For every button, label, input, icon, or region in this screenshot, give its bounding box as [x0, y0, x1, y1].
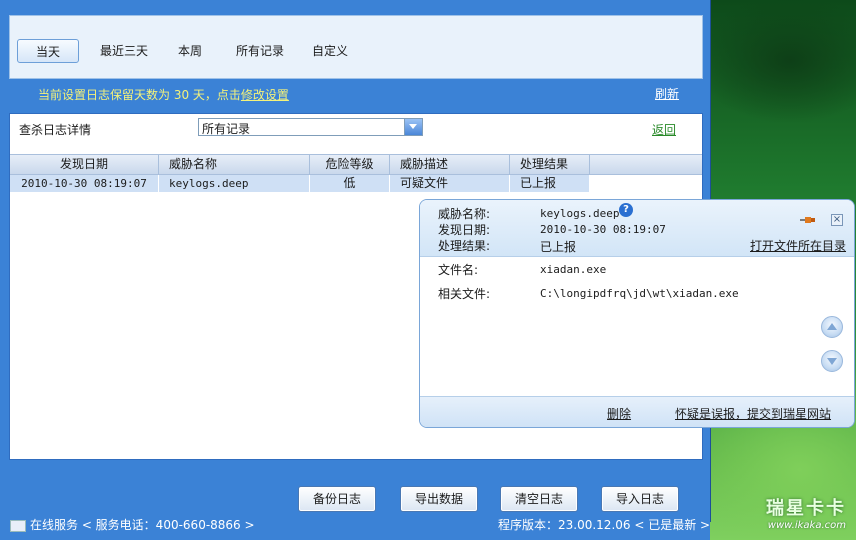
report-false-positive-link[interactable]: 怀疑是误报，提交到瑞星网站 [675, 405, 831, 422]
result-value: 已上报 [540, 240, 577, 254]
watermark-title: 瑞星卡卡 [766, 498, 846, 519]
table-header: 发现日期 威胁名称 危险等级 威胁描述 处理结果 [10, 154, 702, 175]
retention-notice: 当前设置日志保留天数为 30 天，点击修改设置 [38, 86, 289, 103]
cell-description: 可疑文件 [390, 175, 510, 192]
related-file-value: C:\longipdfrq\jd\wt\xiadan.exe [540, 287, 739, 300]
service-icon [10, 519, 26, 532]
version-info: 程序版本：23.00.12.06 < 已是最新 > [498, 518, 710, 532]
tab-last-three-days[interactable]: 最近三天 [90, 39, 158, 63]
tab-all-records[interactable]: 所有记录 [230, 39, 290, 63]
scroll-up-button[interactable] [821, 316, 843, 338]
ikaka-watermark: 瑞星卡卡 www.ikaka.com [728, 494, 846, 531]
import-log-button[interactable]: 导入日志 [601, 486, 679, 512]
tab-today[interactable]: 当天 [17, 39, 79, 63]
close-icon[interactable]: × [831, 214, 843, 226]
column-header[interactable]: 威胁描述 [390, 155, 510, 174]
cell-result: 已上报 [510, 175, 590, 192]
chevron-down-icon[interactable] [404, 119, 422, 135]
status-left: 在线服务 < 服务电话：400-660-8866 > [10, 516, 255, 533]
scroll-down-button[interactable] [821, 350, 843, 372]
tab-this-week[interactable]: 本周 [170, 39, 210, 63]
record-filter-value: 所有记录 [202, 122, 251, 136]
export-data-button[interactable]: 导出数据 [400, 486, 478, 512]
record-filter-select[interactable]: 所有记录 [198, 118, 423, 136]
table-row[interactable]: 2010-10-30 08:19:07 keylogs.deep 低 可疑文件 … [10, 175, 590, 192]
retention-notice-text: 当前设置日志保留天数为 30 天，点击 [38, 88, 241, 102]
column-header[interactable]: 发现日期 [10, 155, 159, 174]
filter-label: 查杀日志详情 [19, 123, 92, 137]
delete-link[interactable]: 删除 [607, 405, 631, 422]
backup-log-button[interactable]: 备份日志 [298, 486, 376, 512]
modify-settings-link[interactable]: 修改设置 [241, 88, 289, 102]
found-date-label: 发现日期: [438, 223, 491, 237]
date-tab-bar: 当天 最近三天 本周 所有记录 自定义 [9, 15, 703, 79]
filename-value: xiadan.exe [540, 263, 607, 276]
service-phone: 在线服务 < 服务电话：400-660-8866 > [30, 518, 255, 532]
clear-log-button[interactable]: 清空日志 [500, 486, 578, 512]
back-link[interactable]: 返回 [652, 121, 676, 138]
watermark-url: www.ikaka.com [767, 520, 846, 531]
threat-name-value: keylogs.deep [540, 207, 620, 220]
cell-risk-level: 低 [310, 175, 390, 192]
cell-date: 2010-10-30 08:19:07 [10, 175, 159, 192]
open-file-folder-link[interactable]: 打开文件所在目录 [750, 237, 846, 254]
column-header[interactable]: 威胁名称 [159, 155, 310, 174]
refresh-link[interactable]: 刷新 [655, 85, 679, 102]
tab-custom[interactable]: 自定义 [306, 39, 354, 63]
pin-icon[interactable] [800, 215, 816, 225]
threat-name-label: 威胁名称: [438, 207, 491, 221]
filename-label: 文件名: [438, 263, 479, 277]
popup-header: 威胁名称: keylogs.deep ? 发现日期: 2010-10-30 08… [420, 200, 854, 257]
help-icon[interactable]: ? [619, 203, 633, 217]
status-bar: 在线服务 < 服务电话：400-660-8866 > 程序版本：23.00.12… [0, 514, 710, 540]
threat-detail-popup: 威胁名称: keylogs.deep ? 发现日期: 2010-10-30 08… [419, 199, 855, 428]
result-label: 处理结果: [438, 239, 491, 253]
related-file-label: 相关文件: [438, 287, 491, 301]
found-date-value: 2010-10-30 08:19:07 [540, 223, 666, 236]
popup-footer: 删除 怀疑是误报，提交到瑞星网站 [420, 396, 854, 427]
column-header[interactable]: 处理结果 [510, 155, 590, 174]
column-header[interactable]: 危险等级 [310, 155, 390, 174]
cell-threat-name: keylogs.deep [159, 175, 310, 192]
